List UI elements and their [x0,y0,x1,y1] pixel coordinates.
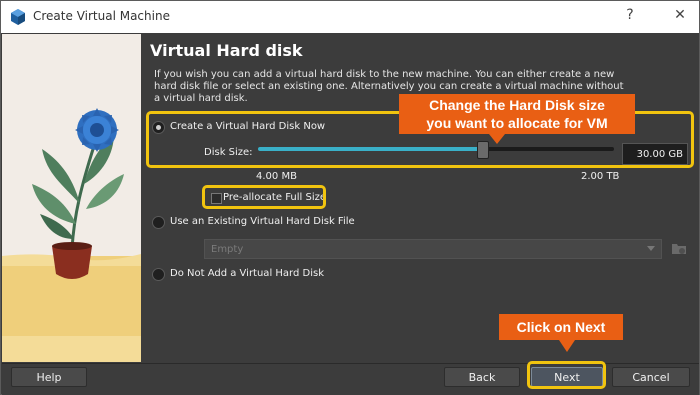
no-disk-label[interactable]: Do Not Add a Virtual Hard Disk [170,268,324,279]
title-bar: Create Virtual Machine ? ✕ [1,1,699,33]
use-existing-disk-radio[interactable] [152,216,165,229]
disk-size-callout-pointer [489,134,505,144]
use-existing-disk-label[interactable]: Use an Existing Virtual Hard Disk File [170,216,355,227]
existing-disk-combo-value: Empty [211,244,244,255]
next-callout: Click on Next [499,314,623,340]
cancel-button[interactable]: Cancel [612,367,690,387]
help-title-button[interactable]: ? [619,7,641,23]
disk-size-min-label: 4.00 MB [256,171,297,182]
chevron-down-icon [647,246,655,251]
disk-size-callout-line2: you want to allocate for VM [426,115,608,131]
next-callout-pointer [559,340,575,352]
next-button-highlight [527,361,606,389]
create-vm-dialog: Create Virtual Machine ? ✕ Virtual Hard … [0,0,700,395]
preallocate-highlight [202,185,326,209]
disk-size-callout-line1: Change the Hard Disk size [429,97,605,113]
virtualbox-cube-icon [11,9,25,25]
close-button[interactable]: ✕ [669,7,691,23]
folder-browse-icon [672,244,686,254]
help-button[interactable]: Help [11,367,87,387]
wizard-illustration [2,34,141,362]
existing-disk-combo: Empty [204,239,662,259]
window-title: Create Virtual Machine [33,9,170,23]
back-button[interactable]: Back [444,367,520,387]
flower-pot-illustration [2,34,141,362]
disk-size-max-label: 2.00 TB [581,171,620,182]
no-disk-radio[interactable] [152,268,165,281]
disk-size-callout: Change the Hard Disk size you want to al… [399,94,635,134]
page-heading: Virtual Hard disk [150,41,303,60]
